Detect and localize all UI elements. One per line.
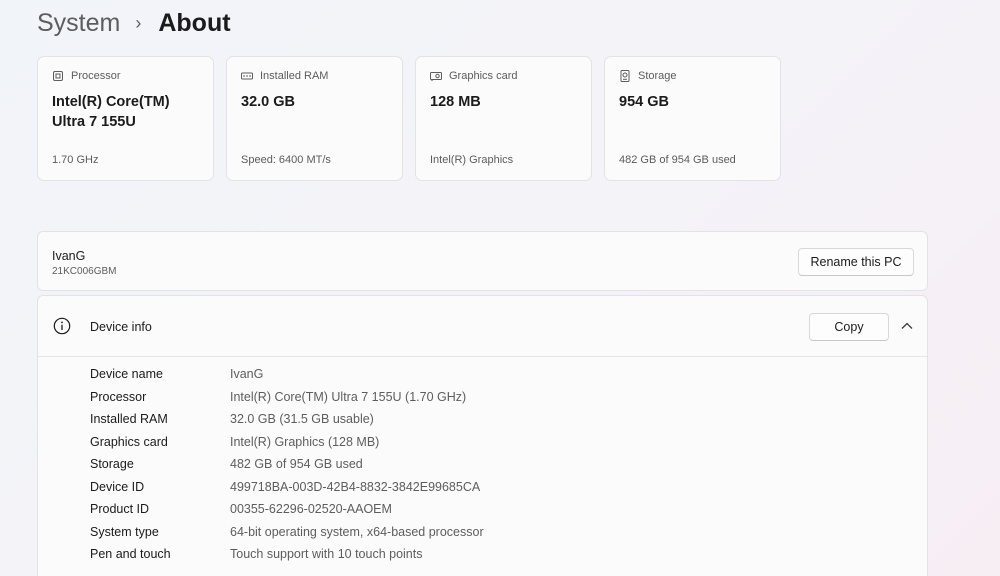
info-value: 00355-62296-02520-AAOEM: [230, 502, 392, 517]
breadcrumb-separator: ›: [135, 12, 142, 33]
graphics-card-icon: [430, 72, 442, 81]
spec-card-label: Graphics card: [449, 70, 518, 82]
info-row-processor: Processor Intel(R) Core(TM) Ultra 7 155U…: [90, 386, 484, 409]
info-row-graphics-card: Graphics card Intel(R) Graphics (128 MB): [90, 431, 484, 454]
info-label: Processor: [90, 389, 147, 404]
info-row-storage: Storage 482 GB of 954 GB used: [90, 453, 484, 476]
info-label: Graphics card: [90, 434, 168, 449]
spec-card-value: Intel(R) Core(TM) Ultra 7 155U: [52, 94, 170, 130]
info-value: 32.0 GB (31.5 GB usable): [230, 412, 374, 427]
copy-button[interactable]: Copy: [809, 313, 889, 341]
spec-card-value: 128 MB: [430, 94, 481, 110]
storage-icon: [620, 70, 630, 82]
info-value: Intel(R) Graphics (128 MB): [230, 434, 380, 449]
spec-card-storage: Storage 954 GB 482 GB of 954 GB used: [604, 56, 781, 181]
info-label: Device name: [90, 367, 163, 382]
info-value: Intel(R) Core(TM) Ultra 7 155U (1.70 GHz…: [230, 389, 467, 404]
info-value: IvanG: [230, 367, 264, 382]
device-info-header[interactable]: Device info Copy: [38, 296, 927, 356]
spec-card-label: Processor: [71, 70, 121, 82]
info-row-system-type: System type 64-bit operating system, x64…: [90, 521, 484, 544]
info-label: System type: [90, 524, 159, 539]
spec-card-label: Installed RAM: [260, 70, 329, 82]
info-row-device-name: Device name IvanG: [90, 363, 484, 386]
info-value: 64-bit operating system, x64-based proce…: [230, 524, 484, 539]
breadcrumb-system-link[interactable]: System: [37, 9, 120, 38]
spec-card-detail: 482 GB of 954 GB used: [619, 154, 736, 166]
divider: [38, 356, 927, 357]
spec-card-detail: Speed: 6400 MT/s: [241, 154, 331, 166]
info-label: Storage: [90, 457, 134, 472]
info-value: 482 GB of 954 GB used: [230, 457, 363, 472]
info-label: Pen and touch: [90, 547, 171, 562]
info-label: Product ID: [90, 502, 150, 517]
pc-name: IvanG: [52, 249, 86, 263]
spec-card-detail: Intel(R) Graphics: [430, 154, 514, 166]
spec-card-graphics: Graphics card 128 MB Intel(R) Graphics: [415, 56, 592, 181]
breadcrumb: System › About: [37, 6, 231, 40]
chevron-up-icon[interactable]: [900, 320, 914, 332]
info-row-installed-ram: Installed RAM 32.0 GB (31.5 GB usable): [90, 408, 484, 431]
info-row-device-id: Device ID 499718BA-003D-42B4-8832-3842E9…: [90, 476, 484, 499]
info-row-product-id: Product ID 00355-62296-02520-AAOEM: [90, 498, 484, 521]
spec-card-label: Storage: [638, 70, 677, 82]
ram-icon: [241, 72, 253, 80]
spec-card-ram: Installed RAM 32.0 GB Speed: 6400 MT/s: [226, 56, 403, 181]
device-info-list: Device name IvanG Processor Intel(R) Cor…: [90, 363, 484, 566]
device-info-title: Device info: [90, 320, 152, 334]
info-label: Installed RAM: [90, 412, 168, 427]
info-value: 499718BA-003D-42B4-8832-3842E99685CA: [230, 479, 481, 494]
info-icon: [53, 317, 71, 335]
rename-pc-button[interactable]: Rename this PC: [798, 248, 914, 276]
device-info-card: Device info Copy Device name IvanG Proce…: [37, 295, 928, 576]
spec-card-processor: Processor Intel(R) Core(TM) Ultra 7 155U…: [37, 56, 214, 181]
pc-model: 21KC006GBM: [52, 266, 117, 277]
spec-card-value: 954 GB: [619, 94, 669, 110]
processor-icon: [53, 71, 63, 81]
pc-name-card: IvanG 21KC006GBM Rename this PC: [37, 231, 928, 291]
page-title: About: [158, 8, 231, 37]
info-row-pen-and-touch: Pen and touch Touch support with 10 touc…: [90, 543, 484, 566]
spec-card-detail: 1.70 GHz: [52, 154, 99, 166]
info-value: Touch support with 10 touch points: [230, 547, 423, 562]
info-label: Device ID: [90, 479, 145, 494]
spec-card-value: 32.0 GB: [241, 94, 295, 110]
